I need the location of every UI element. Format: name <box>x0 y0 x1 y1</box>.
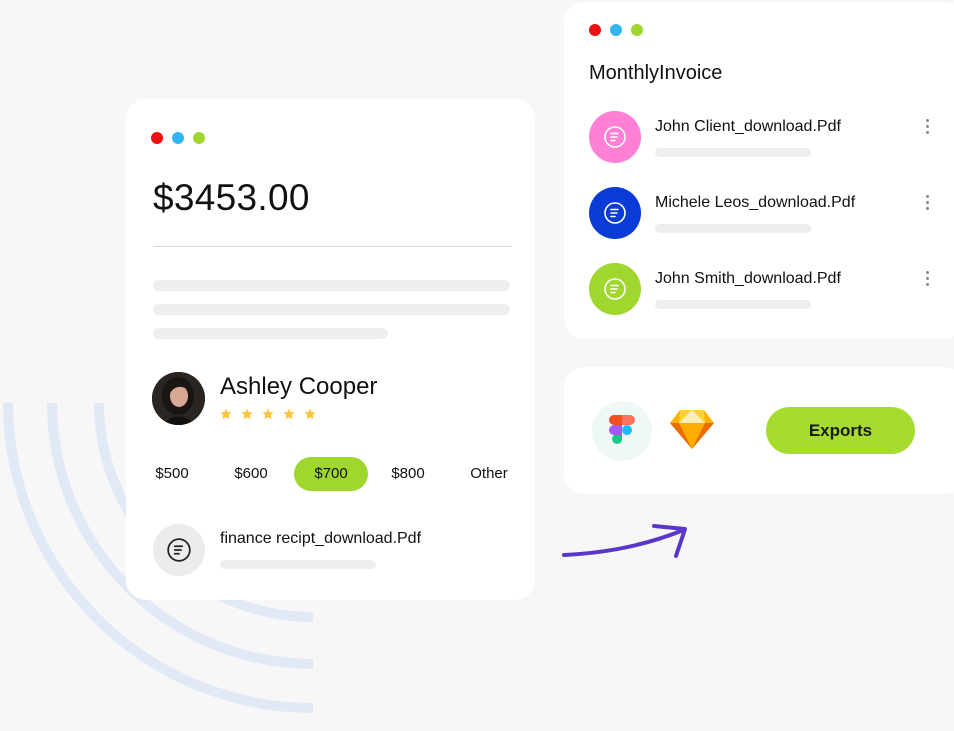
invoice-file-icon[interactable] <box>589 111 641 163</box>
window-controls <box>151 132 205 144</box>
star-icon <box>283 408 295 420</box>
more-options-icon[interactable] <box>919 267 935 289</box>
more-options-icon[interactable] <box>919 115 935 137</box>
rating-stars <box>220 408 316 420</box>
invoice-file-name[interactable]: Michele Leos_download.Pdf <box>655 194 855 212</box>
file-icon-button[interactable] <box>153 524 205 576</box>
amount-option-500[interactable]: $500 <box>146 457 198 491</box>
invoice-file-icon[interactable] <box>589 263 641 315</box>
placeholder-line <box>153 304 510 315</box>
sketch-icon[interactable] <box>669 407 715 451</box>
figma-icon <box>609 415 635 444</box>
avatar <box>152 372 205 425</box>
export-card: Exports <box>564 367 954 494</box>
star-icon <box>220 408 232 420</box>
arrow-icon <box>562 524 687 558</box>
maximize-dot[interactable] <box>631 24 643 36</box>
invoice-file-icon[interactable] <box>589 187 641 239</box>
divider <box>153 246 512 247</box>
file-doc-icon <box>604 278 626 300</box>
exports-button[interactable]: Exports <box>766 407 915 454</box>
more-options-icon[interactable] <box>919 191 935 213</box>
invoice-title: MonthlyInvoice <box>589 62 723 84</box>
star-icon <box>241 408 253 420</box>
invoice-card: MonthlyInvoice John Client_download.Pdf … <box>564 2 954 339</box>
payment-card: $3453.00 Ashley Cooper $500 $600 $700 $8… <box>126 99 535 600</box>
star-icon <box>304 408 316 420</box>
placeholder-line <box>655 300 811 309</box>
close-dot[interactable] <box>151 132 163 144</box>
placeholder-line <box>153 328 388 339</box>
file-doc-icon <box>604 202 626 224</box>
file-name[interactable]: finance recipt_download.Pdf <box>220 530 421 548</box>
file-doc-icon <box>167 538 191 562</box>
person-name: Ashley Cooper <box>220 373 378 400</box>
placeholder-line <box>153 280 510 291</box>
placeholder-line <box>220 560 376 569</box>
window-controls <box>589 24 643 36</box>
file-doc-icon <box>604 126 626 148</box>
maximize-dot[interactable] <box>193 132 205 144</box>
amount-option-700[interactable]: $700 <box>294 457 368 491</box>
close-dot[interactable] <box>589 24 601 36</box>
star-icon <box>262 408 274 420</box>
amount-option-600[interactable]: $600 <box>225 457 277 491</box>
invoice-file-name[interactable]: John Client_download.Pdf <box>655 118 841 136</box>
payment-amount: $3453.00 <box>153 177 310 218</box>
placeholder-line <box>655 148 811 157</box>
minimize-dot[interactable] <box>610 24 622 36</box>
amount-option-800[interactable]: $800 <box>382 457 434 491</box>
minimize-dot[interactable] <box>172 132 184 144</box>
invoice-file-name[interactable]: John Smith_download.Pdf <box>655 270 841 288</box>
placeholder-line <box>655 224 811 233</box>
figma-tool[interactable] <box>592 401 652 461</box>
amount-option-other[interactable]: Other <box>462 457 516 491</box>
